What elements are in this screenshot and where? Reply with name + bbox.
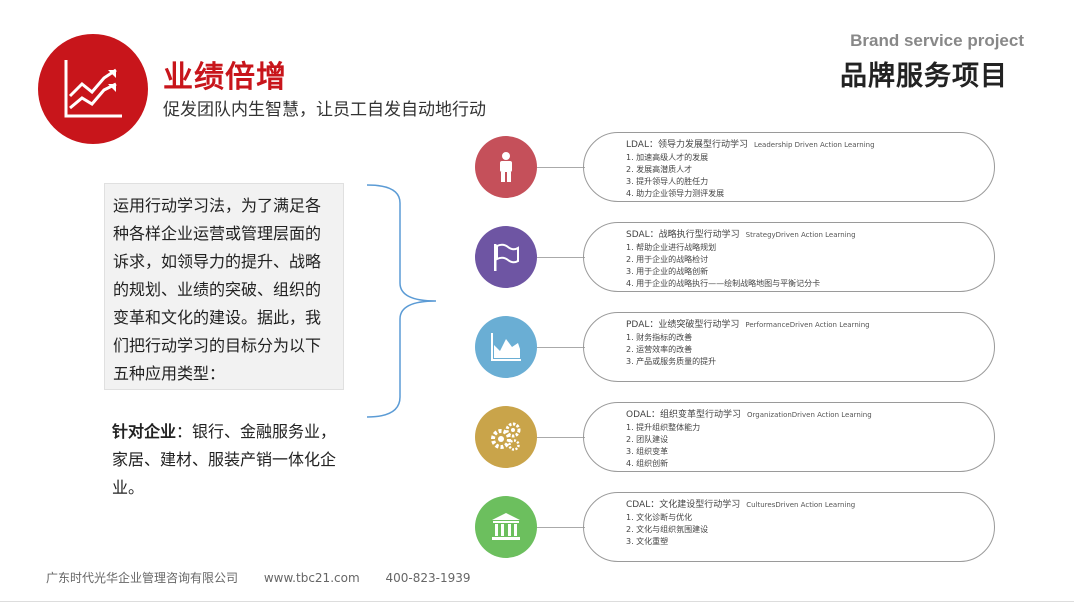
cdal-capsule: CDAL：文化建设型行动学习 CulturesDriven Action Lear… (583, 492, 995, 562)
connector-line (537, 347, 585, 348)
type-sdal: SDAL：战略执行型行动学习 StrategyDriven Action Lear… (475, 222, 1000, 294)
logo-badge (38, 34, 148, 144)
pdal-badge (475, 316, 537, 378)
cdal-lines: 1. 文化诊断与优化 2. 文化与组织氛围建设 3. 文化重塑 (626, 513, 709, 546)
page-subtitle: 促发团队内生智慧，让员工自发自动地行动 (163, 100, 486, 120)
type-ldal: LDAL：领导力发展型行动学习 Leadership Driven Action … (475, 132, 1000, 204)
gears-icon (491, 422, 521, 451)
brand-title-cn: 品牌服务项目 (840, 61, 1008, 92)
odal-badge (475, 406, 537, 468)
area-chart-icon (491, 333, 521, 361)
brace-connector (366, 184, 437, 418)
ldal-badge (475, 136, 537, 198)
intro-box: 运用行动学习法，为了满足各种各样企业运营或管理层面的诉求，如领导力的提升、战略的… (104, 183, 344, 390)
footer-phone: 400-823-1939 (385, 571, 471, 585)
flag-icon (494, 243, 519, 271)
odal-capsule: ODAL：组织变革型行动学习 OrganizationDriven Action … (583, 402, 995, 472)
sdal-badge (475, 226, 537, 288)
ldal-lines: 1. 加速高级人才的发展 2. 发展高潜质人才 3. 提升领导人的胜任力 4. … (626, 153, 725, 198)
footer: 广东时代光华企业管理咨询有限公司 www.tbc21.com 400-823-1… (46, 569, 492, 586)
person-icon (500, 152, 512, 182)
pdal-lines: 1. 财务指标的改善 2. 运营效率的改善 3. 产品或服务质量的提升 (626, 333, 717, 366)
pdal-capsule: PDAL：业绩突破型行动学习 PerformanceDriven Action L… (583, 312, 995, 382)
connector-line (537, 437, 585, 438)
odal-lines: 1. 提升组织整体能力 2. 团队建设 3. 组织变革 4. 组织创新 (626, 423, 701, 468)
sdal-title: SDAL：战略执行型行动学习 StrategyDriven Action Lear… (626, 230, 856, 240)
target-text: 针对企业：银行、金融服务业，家居、建材、服装产销一体化企业。 (112, 418, 342, 502)
brand-title-en: Brand service project (850, 31, 1024, 50)
cdal-badge (475, 496, 537, 558)
odal-title: ODAL：组织变革型行动学习 OrganizationDriven Action … (626, 410, 872, 420)
pdal-title: PDAL：业绩突破型行动学习 PerformanceDriven Action L… (626, 320, 870, 330)
ldal-title: LDAL：领导力发展型行动学习 Leadership Driven Action … (626, 140, 875, 150)
cdal-title: CDAL：文化建设型行动学习 CulturesDriven Action Lear… (626, 500, 856, 510)
connector-line (537, 257, 585, 258)
footer-divider (0, 601, 1074, 602)
type-odal: ODAL：组织变革型行动学习 OrganizationDriven Action … (475, 402, 1000, 474)
ldal-capsule: LDAL：领导力发展型行动学习 Leadership Driven Action … (583, 132, 995, 202)
target-label: 针对企业 (112, 422, 177, 441)
footer-website: www.tbc21.com (263, 571, 360, 585)
sdal-capsule: SDAL：战略执行型行动学习 StrategyDriven Action Lear… (583, 222, 995, 292)
page-title: 业绩倍增 (163, 60, 287, 95)
growth-chart-icon (64, 60, 122, 118)
connector-line (537, 527, 585, 528)
type-pdal: PDAL：业绩突破型行动学习 PerformanceDriven Action L… (475, 312, 1000, 384)
sdal-lines: 1. 帮助企业进行战略规划 2. 用于企业的战略检讨 3. 用于企业的战略创新 … (626, 243, 821, 288)
intro-text: 运用行动学习法，为了满足各种各样企业运营或管理层面的诉求，如领导力的提升、战略的… (113, 196, 322, 383)
connector-line (537, 167, 585, 168)
footer-company: 广东时代光华企业管理咨询有限公司 (46, 571, 239, 585)
institution-icon (492, 513, 520, 540)
type-cdal: CDAL：文化建设型行动学习 CulturesDriven Action Lear… (475, 492, 1000, 564)
